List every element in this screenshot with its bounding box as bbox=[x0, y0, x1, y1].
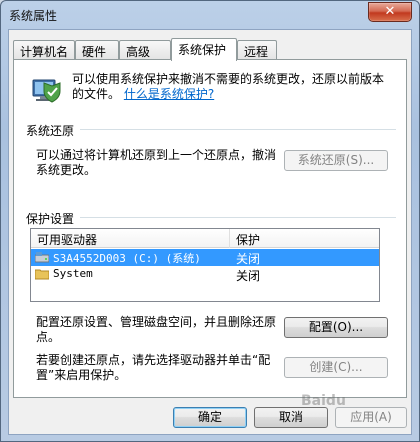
create-restore-point-button[interactable]: 创建(C)... bbox=[284, 357, 388, 378]
configure-description: 配置还原设置、管理磁盘空间，并且删除还原点。 bbox=[36, 315, 277, 344]
system-restore-button[interactable]: 系统还原(S)... bbox=[284, 150, 388, 171]
drive-row-system[interactable]: System 关闭 bbox=[31, 266, 379, 283]
apply-button[interactable]: 应用(A) bbox=[335, 407, 407, 428]
restore-group-label: 系统还原 bbox=[26, 124, 75, 138]
system-properties-window: 系统属性 ✕ 计算机名 硬件 高级 系统保护 远程 可以使用系统保护来撤消不需要… bbox=[0, 0, 420, 442]
drives-listview[interactable]: 可用驱动器 保护 S3A4552D003 (C:) (系统) 关闭 System… bbox=[30, 228, 380, 302]
create-description: 若要创建还原点，请先选择驱动器并单击“配置”来启用保护。 bbox=[36, 353, 271, 382]
ok-button[interactable]: 确定 bbox=[173, 407, 247, 428]
watermark-logo: Baidu bbox=[301, 393, 346, 409]
column-available-drives[interactable]: 可用驱动器 bbox=[37, 231, 97, 248]
tab-strip: 计算机名 硬件 高级 系统保护 远程 bbox=[13, 38, 403, 61]
cancel-button[interactable]: 取消 bbox=[254, 407, 328, 428]
drive-icon bbox=[35, 252, 49, 263]
drive-protection-status: 关闭 bbox=[236, 252, 261, 266]
intro-text: 可以使用系统保护来撤消不需要的系统更改，还原以前版本的文件。 什么是系统保护? bbox=[72, 72, 392, 102]
protection-group-label: 保护设置 bbox=[26, 212, 75, 226]
protection-group-divider bbox=[80, 217, 396, 218]
drive-protection-status: 关闭 bbox=[236, 269, 261, 283]
system-protection-page: 可以使用系统保护来撤消不需要的系统更改，还原以前版本的文件。 什么是系统保护? … bbox=[13, 59, 407, 398]
intro-description: 可以使用系统保护来撤消不需要的系统更改，还原以前版本的文件。 bbox=[72, 72, 385, 101]
drive-row-c[interactable]: S3A4552D003 (C:) (系统) 关闭 bbox=[31, 249, 379, 266]
tab-computer-name[interactable]: 计算机名 bbox=[13, 40, 75, 60]
restore-description: 可以通过将计算机还原到上一个还原点，撤消系统更改。 bbox=[36, 148, 277, 177]
window-title: 系统属性 bbox=[9, 9, 58, 23]
drive-name: S3A4552D003 (C:) (系统) bbox=[53, 252, 201, 265]
tab-advanced[interactable]: 高级 bbox=[119, 40, 171, 60]
close-button[interactable]: ✕ bbox=[368, 2, 412, 22]
restore-group-divider bbox=[80, 129, 396, 130]
drive-name: System bbox=[53, 267, 93, 280]
drives-list-header: 可用驱动器 保护 bbox=[31, 229, 379, 248]
folder-icon bbox=[35, 269, 49, 280]
what-is-system-protection-link[interactable]: 什么是系统保护? bbox=[124, 87, 214, 101]
title-bar[interactable]: 系统属性 ✕ bbox=[1, 1, 419, 29]
tab-system-protection[interactable]: 系统保护 bbox=[171, 38, 237, 61]
tab-hardware[interactable]: 硬件 bbox=[75, 40, 119, 60]
dialog-client-area: 计算机名 硬件 高级 系统保护 远程 可以使用系统保护来撤消不需要的系统更改，还… bbox=[8, 29, 412, 435]
configure-button[interactable]: 配置(O)... bbox=[284, 317, 388, 338]
tab-remote[interactable]: 远程 bbox=[237, 40, 277, 60]
shield-computer-icon bbox=[32, 79, 61, 103]
column-separator[interactable] bbox=[229, 229, 230, 248]
column-protection[interactable]: 保护 bbox=[236, 231, 260, 248]
